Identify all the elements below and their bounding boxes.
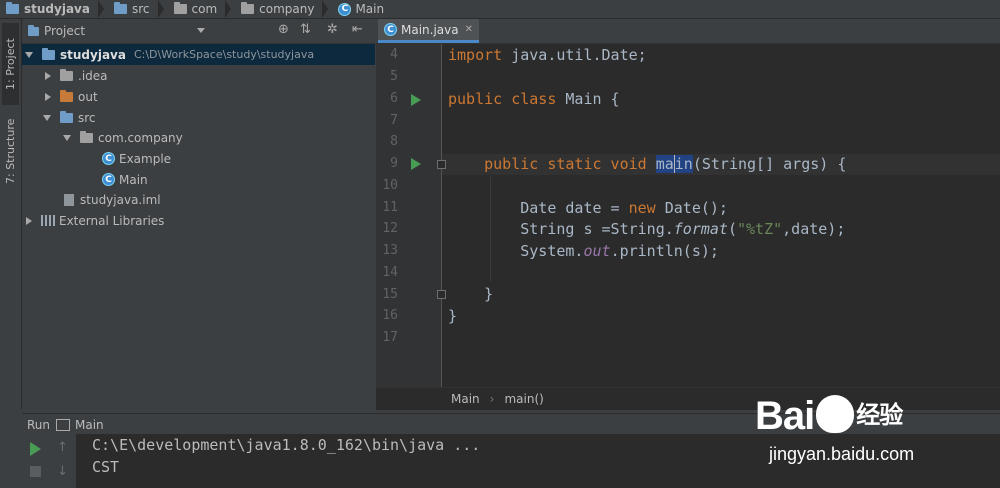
editor-gutter: 4 5 6 7 8 9 10 11 12 13 14 15 16 17 — [376, 44, 446, 387]
code-line: public class Main { — [448, 90, 620, 108]
tree-item-out[interactable]: out — [45, 86, 98, 107]
folder-icon — [113, 2, 127, 14]
line-number: 8 — [390, 134, 398, 149]
collapse-all-icon[interactable]: ⇅ — [300, 22, 311, 37]
code-line: } — [448, 307, 458, 325]
breadcrumb-com[interactable]: com — [168, 0, 236, 18]
console-line: CST — [92, 458, 120, 476]
chevron-down-icon[interactable] — [197, 28, 205, 33]
tool-window-stripe: 1: Project 7: Structure — [0, 19, 22, 409]
package-icon — [80, 130, 93, 143]
tree-item-idea[interactable]: .idea — [45, 65, 108, 86]
line-number: 9 — [390, 156, 398, 171]
project-view-selector[interactable]: Project — [44, 24, 85, 38]
expand-arrow-icon[interactable] — [45, 71, 51, 80]
folder-icon — [60, 68, 73, 81]
run-class-icon[interactable] — [411, 94, 421, 106]
code-line: Date date = new Date(); — [448, 199, 728, 217]
breadcrumb-method[interactable]: main() — [504, 392, 543, 406]
close-icon[interactable]: ✕ — [465, 24, 473, 35]
excluded-folder-icon — [60, 89, 73, 102]
tree-item-com-company[interactable]: com.company — [63, 127, 183, 148]
code-line: import java.util.Date; — [448, 46, 647, 64]
line-number: 15 — [382, 287, 398, 302]
expand-arrow-icon[interactable] — [45, 92, 51, 101]
tree-item-studyjava[interactable]: studyjava C:\D\WorkSpace\study\studyjava — [22, 44, 375, 65]
module-icon — [6, 2, 19, 14]
line-number: 6 — [390, 91, 398, 106]
chevron-right-icon: › — [489, 392, 495, 406]
stop-icon[interactable] — [30, 466, 41, 477]
watermark-brand: Bai 经验 — [755, 394, 903, 438]
scroll-from-source-icon[interactable]: ⊕ — [278, 22, 289, 37]
class-icon: C — [102, 152, 115, 165]
arrow-up-icon[interactable]: ↑ — [57, 440, 68, 455]
code-line: String s =String.format("%tZ",date); — [448, 220, 846, 238]
line-number: 13 — [382, 243, 398, 258]
code-editor[interactable]: 4 5 6 7 8 9 10 11 12 13 14 15 16 17 impo… — [376, 44, 1000, 387]
gear-icon[interactable]: ✲ — [327, 22, 338, 37]
run-panel-title: Run — [27, 417, 51, 432]
run-config-tab[interactable]: Main — [75, 418, 104, 432]
editor-tab-strip: C Main.java ✕ — [376, 19, 1000, 44]
expand-arrow-icon[interactable] — [26, 216, 32, 225]
project-panel-header: Project ⊕ ⇅ ✲ ⇤ — [22, 19, 375, 44]
tab-main-java[interactable]: C Main.java ✕ — [378, 19, 479, 43]
line-number: 16 — [382, 308, 398, 323]
line-number: 12 — [382, 221, 398, 236]
rerun-icon[interactable] — [30, 442, 41, 456]
tree-item-src[interactable]: src — [43, 107, 96, 128]
arrow-down-icon[interactable]: ↓ — [57, 464, 68, 479]
fold-marker-icon[interactable] — [437, 160, 446, 169]
line-number: 10 — [382, 178, 398, 193]
breadcrumb-src[interactable]: src — [108, 0, 168, 18]
line-number: 5 — [390, 69, 398, 84]
project-view-icon — [28, 24, 39, 36]
fold-marker-icon[interactable] — [437, 290, 446, 299]
breadcrumb-class[interactable]: Main — [451, 392, 480, 406]
console-icon — [56, 418, 71, 431]
class-icon: C — [102, 173, 115, 186]
class-icon: C — [384, 23, 397, 36]
breadcrumb-company[interactable]: company — [235, 0, 332, 18]
class-icon: C — [338, 2, 352, 16]
library-icon — [41, 215, 55, 226]
watermark-url: jingyan.baidu.com — [769, 444, 915, 464]
line-number: 14 — [382, 265, 398, 280]
expand-arrow-icon[interactable] — [43, 114, 51, 121]
code-line: public static void main(String[] args) { — [484, 155, 847, 173]
hide-icon[interactable]: ⇤ — [352, 22, 363, 37]
run-toolbar-secondary: ↑ ↓ — [48, 434, 77, 488]
project-panel: Project ⊕ ⇅ ✲ ⇤ studyjava C:\D\WorkSpace… — [22, 19, 375, 409]
folder-icon — [241, 2, 255, 14]
paw-logo-icon — [816, 395, 855, 433]
tree-item-main[interactable]: C Main — [102, 169, 148, 190]
breadcrumb-project[interactable]: studyjava — [0, 0, 108, 18]
navigation-bar: studyjava src com company C Main — [0, 0, 1000, 19]
tree-item-iml[interactable]: studyjava.iml — [64, 189, 161, 210]
expand-arrow-icon[interactable] — [25, 51, 33, 58]
tree-item-external-libraries[interactable]: External Libraries — [26, 210, 164, 231]
iml-file-icon — [64, 193, 74, 206]
line-number: 4 — [390, 47, 398, 62]
module-folder-icon — [42, 47, 55, 60]
console-line: C:\E\development\java1.8.0_162\bin\java … — [92, 436, 481, 454]
code-line: } — [448, 285, 494, 303]
breadcrumb-main[interactable]: C Main — [332, 0, 388, 18]
source-folder-icon — [60, 110, 73, 123]
baidu-watermark: Bai 经验 jingyan.baidu.com — [755, 382, 970, 472]
folder-icon — [173, 2, 187, 14]
tab-structure[interactable]: 7: Structure — [2, 111, 19, 191]
run-method-icon[interactable] — [411, 158, 421, 170]
line-number: 17 — [382, 330, 398, 345]
code-line: System.out.println(s); — [448, 242, 719, 260]
tab-project[interactable]: 1: Project — [2, 23, 19, 105]
line-number: 11 — [382, 200, 398, 215]
expand-arrow-icon[interactable] — [63, 134, 71, 141]
run-toolbar — [22, 434, 47, 488]
tree-item-example[interactable]: C Example — [102, 148, 171, 169]
line-number: 7 — [390, 113, 398, 128]
